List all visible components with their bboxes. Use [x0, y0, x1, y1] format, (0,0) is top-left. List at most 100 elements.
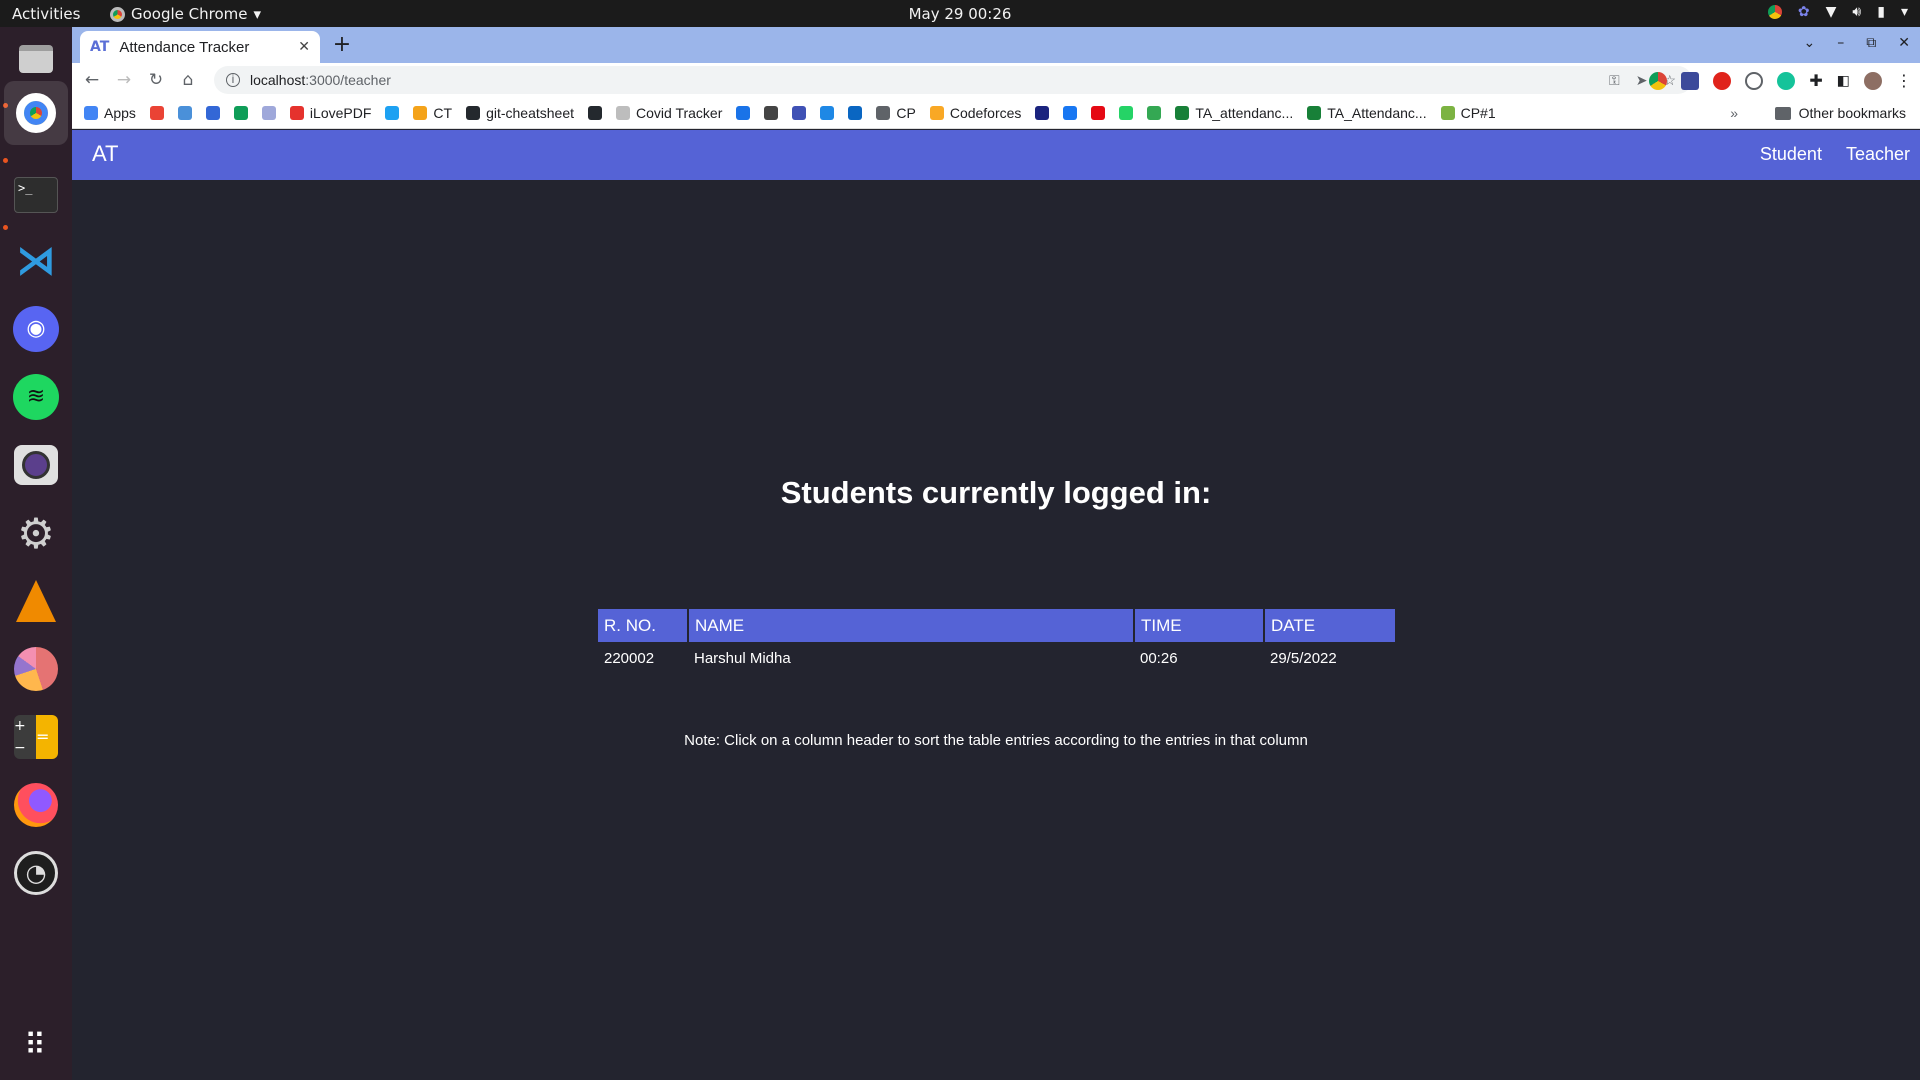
send-icon[interactable]: ➤	[1636, 72, 1648, 89]
volume-icon[interactable]: 🔊︎	[1852, 4, 1861, 20]
system-tray[interactable]: ✿ ▼ 🔊︎ ▮ ▾	[1767, 4, 1908, 20]
back-icon[interactable]: ←	[76, 70, 108, 90]
bookmark-item-4[interactable]	[233, 105, 248, 120]
bookmark-item-16[interactable]	[848, 105, 863, 120]
ext-download-icon[interactable]	[1681, 71, 1700, 90]
other-bookmarks[interactable]: Other bookmarks	[1774, 97, 1906, 129]
bookmark-covid-tracker[interactable]: Covid Tracker	[616, 105, 722, 121]
close-icon[interactable]: ✕	[298, 39, 310, 55]
bookmark-label: TA_Attendanc...	[1327, 104, 1427, 121]
extensions-puzzle-icon[interactable]: ✚	[1809, 71, 1822, 90]
obs-icon[interactable]: ◔	[12, 849, 60, 897]
bookmark-cp[interactable]: CP	[876, 105, 916, 121]
key-icon[interactable]: ⚿	[1609, 72, 1620, 89]
tab-title: Attendance Tracker	[119, 38, 250, 56]
column-header-time[interactable]: TIME	[1134, 609, 1265, 642]
bookmark-item-19[interactable]	[1035, 105, 1050, 120]
bookmark-item-5[interactable]	[261, 105, 276, 120]
bookmark-item-1[interactable]	[149, 105, 164, 120]
bookmark-label: CP#1	[1460, 104, 1496, 121]
bookmark-ct[interactable]: CT	[413, 105, 452, 121]
bookmark-item-22[interactable]	[1119, 105, 1134, 120]
side-panel-icon[interactable]: ◧	[1837, 73, 1850, 89]
teams-tray-icon[interactable]: ✿	[1798, 4, 1810, 20]
column-header-rno[interactable]: R. NO.	[598, 609, 689, 642]
ext-clock-icon[interactable]	[1745, 71, 1764, 90]
new-tab-button[interactable]: +	[330, 33, 354, 57]
wifi-icon[interactable]: ▼	[1826, 4, 1837, 20]
codeforces-icon	[929, 105, 944, 120]
profile-avatar[interactable]	[1864, 71, 1882, 90]
bookmark-ta-attendanc[interactable]: TA_attendanc...	[1175, 105, 1293, 121]
minimize-icon[interactable]: –	[1837, 35, 1844, 51]
restore-icon[interactable]: ⧉	[1866, 35, 1876, 51]
discord-icon[interactable]: ◉	[12, 305, 60, 353]
files-icon[interactable]	[12, 35, 60, 83]
bookmark-codeforces[interactable]: Codeforces	[929, 105, 1021, 121]
bookmark-item-15[interactable]	[820, 105, 835, 120]
column-header-date[interactable]: DATE	[1264, 609, 1395, 642]
column-header-name[interactable]: NAME	[688, 609, 1135, 642]
web-page: AT Student Teacher Students currently lo…	[72, 130, 1920, 1080]
bookmark-icon-3	[205, 105, 220, 120]
close-window-icon[interactable]: ✕	[1898, 35, 1910, 51]
nav-link-student[interactable]: Student	[1760, 144, 1822, 165]
calculator-icon[interactable]: + − =	[12, 713, 60, 761]
terminal-icon[interactable]: >_	[12, 171, 60, 219]
settings-icon[interactable]: ⚙	[12, 509, 60, 558]
chevron-down-icon[interactable]: ▾	[1901, 4, 1908, 20]
tab-attendance-tracker[interactable]: AT Attendance Tracker ✕	[80, 31, 320, 63]
spotify-icon[interactable]: ≋	[12, 373, 60, 421]
whatsapp-icon	[1119, 105, 1134, 120]
chrome-window: AT Attendance Tracker ✕ + ⌄ – ⧉ ✕ ← → ↻ …	[72, 27, 1920, 1080]
ilovepdf-icon	[289, 105, 304, 120]
show-apps-icon[interactable]: ⠿	[12, 1021, 60, 1069]
bookmarks-overflow-button[interactable]: »	[1730, 97, 1738, 129]
bookmark-item-10[interactable]	[588, 105, 603, 120]
gmail-icon	[149, 105, 164, 120]
clock[interactable]: May 29 00:26	[0, 5, 1920, 23]
vlc-icon[interactable]	[12, 577, 60, 625]
sort-note: Note: Click on a column header to sort t…	[684, 732, 1308, 749]
bookmark-icon-24	[1147, 105, 1162, 120]
bookmark-item-23[interactable]	[1147, 105, 1162, 120]
bookmark-item-13[interactable]	[764, 105, 779, 120]
ext-grammarly-icon[interactable]	[1777, 71, 1796, 90]
forward-icon[interactable]: →	[108, 70, 140, 90]
bookmark-item-7[interactable]	[385, 105, 400, 120]
address-bar[interactable]: i localhost:3000/teacher ⚿ ➤ ☆	[214, 66, 1692, 94]
vscode-icon[interactable]: ⋊	[12, 237, 60, 285]
bookmark-ilovepdf[interactable]: iLovePDF	[289, 104, 372, 121]
firefox-icon[interactable]	[12, 781, 60, 829]
brand-logo[interactable]: AT	[92, 141, 118, 167]
twitter-icon	[385, 105, 400, 120]
bookmark-apps[interactable]: Apps	[84, 105, 136, 121]
bookmark-label: iLovePDF	[309, 104, 372, 121]
bookmark-git-cheatsheet[interactable]: git-cheatsheet	[466, 105, 574, 121]
bookmark-item-2[interactable]	[177, 105, 192, 120]
bookmark-item-3[interactable]	[205, 105, 220, 120]
tab-search-icon[interactable]: ⌄	[1804, 35, 1816, 51]
menu-kebab-icon[interactable]: ⋮	[1896, 71, 1912, 90]
reload-icon[interactable]: ↻	[140, 70, 172, 90]
chrome-dock-icon[interactable]	[4, 81, 68, 145]
ext-chrome-icon[interactable]	[1649, 71, 1668, 90]
bookmark-cp-1[interactable]: CP#1	[1440, 104, 1496, 121]
camera-icon[interactable]	[12, 441, 60, 489]
url-host: localhost	[250, 72, 306, 88]
site-info-icon[interactable]: i	[226, 73, 240, 87]
home-icon[interactable]: ⌂	[172, 70, 204, 90]
chrome-tray-icon[interactable]	[1767, 5, 1782, 19]
nav-link-teacher[interactable]: Teacher	[1846, 144, 1910, 165]
bookmark-ta-attendanc[interactable]: TA_Attendanc...	[1307, 104, 1427, 121]
bookmark-label: git-cheatsheet	[486, 104, 575, 121]
bookmark-item-21[interactable]	[1091, 105, 1106, 120]
bookmark-item-14[interactable]	[792, 105, 807, 120]
table-cell: 29/5/2022	[1270, 650, 1337, 667]
battery-icon[interactable]: ▮	[1877, 4, 1885, 20]
ext-opera-icon[interactable]	[1713, 71, 1732, 90]
bookmarks-bar: Apps iLovePDF CT git-cheatsheet Covid Tracke…	[72, 97, 1920, 129]
bookmark-item-20[interactable]	[1063, 105, 1078, 120]
disk-usage-icon[interactable]	[12, 645, 60, 693]
bookmark-item-12[interactable]	[736, 105, 751, 120]
